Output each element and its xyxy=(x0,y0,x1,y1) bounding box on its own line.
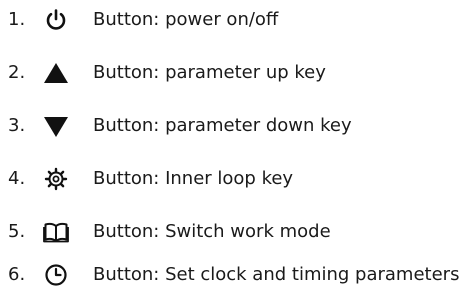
legend-row-power: 1. Button: power on/off xyxy=(0,3,466,39)
item-number: 1. xyxy=(8,9,26,30)
legend-row-inner-loop: 4. Button: Inner loop key xyxy=(0,162,466,198)
item-label: Button: parameter up key xyxy=(93,62,326,83)
item-label: Button: Switch work mode xyxy=(93,221,331,242)
triangle-up-icon xyxy=(42,59,70,87)
legend-row-down: 3. Button: parameter down key xyxy=(0,109,466,145)
gear-icon xyxy=(42,165,70,193)
book-icon xyxy=(42,218,70,246)
button-legend: 1. Button: power on/off 2. Button: param… xyxy=(0,0,466,293)
item-number: 6. xyxy=(8,264,26,285)
legend-row-work-mode: 5. Button: Switch work mode xyxy=(0,215,466,251)
item-label: Button: Set clock and timing parameters xyxy=(93,264,460,285)
item-label: Button: Inner loop key xyxy=(93,168,294,189)
power-icon xyxy=(42,6,70,34)
legend-row-up: 2. Button: parameter up key xyxy=(0,56,466,92)
item-number: 3. xyxy=(8,115,26,136)
item-number: 4. xyxy=(8,168,26,189)
legend-row-clock: 6. Button: Set clock and timing paramete… xyxy=(0,258,466,294)
clock-icon xyxy=(42,261,70,289)
item-label: Button: power on/off xyxy=(93,9,279,30)
triangle-down-icon xyxy=(42,112,70,140)
item-label: Button: parameter down key xyxy=(93,115,352,136)
item-number: 5. xyxy=(8,221,26,242)
item-number: 2. xyxy=(8,62,26,83)
